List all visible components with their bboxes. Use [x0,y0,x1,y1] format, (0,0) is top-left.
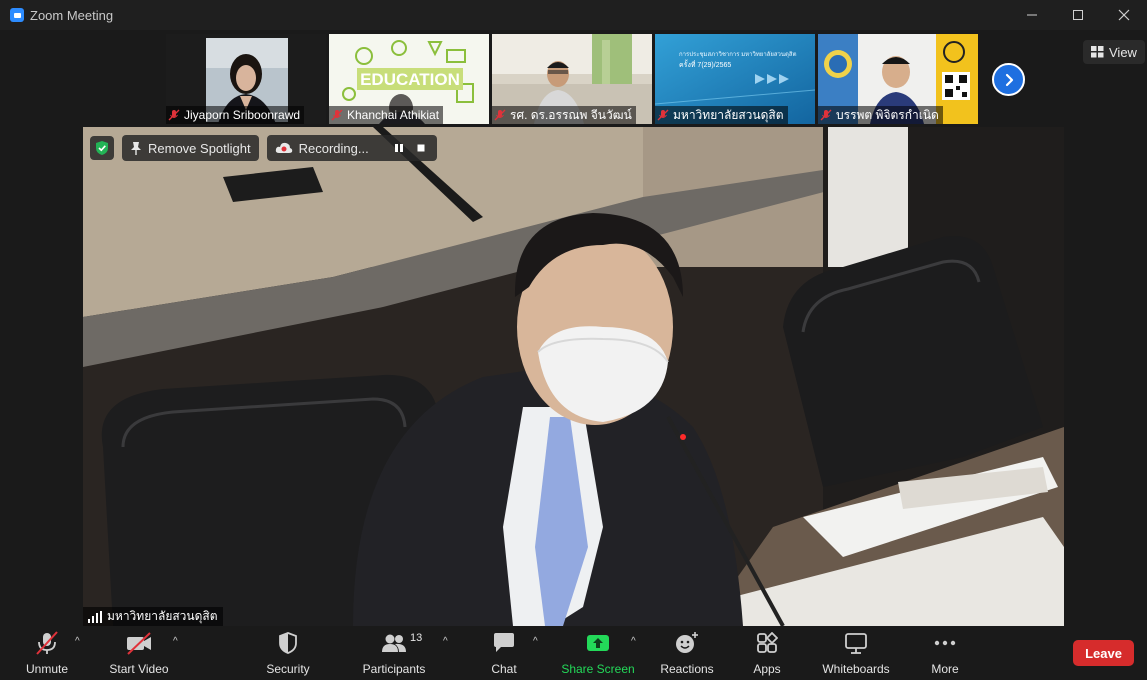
participant-tile[interactable]: Jiyaporn Sriboonrawd [166,34,326,124]
mic-off-icon [657,109,669,121]
more-button[interactable]: More [928,630,962,676]
security-label: Security [266,662,310,676]
maximize-icon [1073,10,1083,20]
reactions-button[interactable]: Reactions [660,630,714,676]
mic-off-icon [331,109,343,121]
stop-icon [417,144,425,152]
security-badge [90,136,114,160]
participant-tile[interactable]: บรรพต พิจิตรกำเนิด [818,34,978,124]
stop-recording-button[interactable] [413,140,429,156]
mic-off-icon [494,109,506,121]
recording-indicator: Recording... [266,135,437,161]
speaker-name-tag: มหาวิทยาลัยสวนดุสิต [83,607,223,626]
whiteboard-icon [845,633,867,654]
mic-off-icon [168,109,180,121]
close-button[interactable] [1101,0,1147,30]
slide-title: การประชุมสภาวิชาการ มหาวิทยาลัยสวนดุสิต [679,51,797,58]
participant-name: Jiyaporn Sriboonrawd [184,108,301,122]
more-dots-icon [934,640,956,646]
audio-options-caret[interactable]: ^ [75,636,80,647]
whiteboards-label: Whiteboards [822,662,890,676]
zoom-window: Zoom Meeting Jiyaporn Sriboonrawd EDUCAT… [0,0,1147,680]
mic-off-icon [820,109,832,121]
window-controls [1009,0,1147,30]
participant-name-label: Jiyaporn Sriboonrawd [166,106,305,124]
apps-label: Apps [753,662,781,676]
whiteboards-button[interactable]: Whiteboards [820,630,892,676]
unmute-label: Unmute [25,662,69,676]
participant-name: Khanchai Athikiat [347,108,440,122]
window-title: Zoom Meeting [30,7,114,23]
start-video-button[interactable]: Start Video [108,630,170,676]
participant-tile[interactable]: การประชุมสภาวิชาการ มหาวิทยาลัยสวนดุสิต … [655,34,815,124]
grid-view-icon [1091,46,1104,58]
chat-label: Chat [491,662,517,676]
participant-name: มหาวิทยาลัยสวนดุสิต [673,107,784,122]
view-label: View [1109,44,1137,60]
video-off-icon [127,632,151,655]
recording-label: Recording... [298,140,369,156]
minimize-button[interactable] [1009,0,1055,30]
participant-tile[interactable]: EDUCATION Khanchai Athikiat [329,34,489,124]
pin-icon [131,142,141,155]
minimize-icon [1027,14,1037,16]
shield-icon [279,632,297,654]
shield-check-icon [96,141,108,155]
education-graphic-text: EDUCATION [360,70,460,89]
chat-icon [494,633,514,652]
speaker-video-frame [83,127,1064,626]
reactions-icon [676,632,698,653]
speaker-name: มหาวิทยาลัยสวนดุสิต [107,609,218,623]
mic-muted-icon [36,631,58,655]
apps-icon [757,632,778,653]
reactions-label: Reactions [660,662,714,676]
remove-spotlight-button[interactable]: Remove Spotlight [122,135,259,161]
maximize-button[interactable] [1055,0,1101,30]
leave-button[interactable]: Leave [1073,640,1134,666]
participant-name: บรรพต พิจิตรกำเนิด [836,107,939,122]
more-label: More [931,662,959,676]
participants-count: 13 [410,632,423,644]
title-bar: Zoom Meeting [0,0,1147,30]
participant-name: รศ. ดร.อรรณพ จีนวัฒน์ [510,107,632,122]
pause-icon [394,144,403,152]
share-options-caret[interactable]: ^ [631,636,636,647]
start-video-label: Start Video [109,662,169,676]
share-screen-button[interactable]: Share Screen [561,630,635,676]
participant-name-label: Khanchai Athikiat [329,106,444,124]
signal-strength-icon [88,610,102,623]
video-options-caret[interactable]: ^ [173,636,178,647]
participant-name-label: รศ. ดร.อรรณพ จีนวัฒน์ [492,106,636,124]
apps-button[interactable]: Apps [750,630,784,676]
remove-spotlight-label: Remove Spotlight [148,140,251,156]
next-page-button[interactable] [992,63,1025,96]
spotlight-video [83,127,1064,626]
meeting-toolbar: Unmute ^ Start Video ^ Security 13 Parti… [0,626,1147,680]
chat-options-caret[interactable]: ^ [533,636,538,647]
participants-button[interactable]: 13 Participants [362,630,426,676]
participants-label: Participants [362,662,426,676]
participant-name-label: บรรพต พิจิตรกำเนิด [818,106,943,124]
zoom-app-icon [10,8,24,22]
cloud-recording-icon [275,142,292,153]
share-screen-label: Share Screen [561,662,635,676]
chat-button[interactable]: Chat [488,630,520,676]
participants-icon [382,634,406,652]
view-button[interactable]: View [1083,40,1145,64]
participant-name-label: มหาวิทยาลัยสวนดุสิต [655,106,788,124]
participants-options-caret[interactable]: ^ [443,636,448,647]
participant-strip: Jiyaporn Sriboonrawd EDUCATION Khanchai … [166,34,978,124]
unmute-button[interactable]: Unmute [24,630,70,676]
share-screen-icon [587,635,609,651]
pause-recording-button[interactable] [391,140,407,156]
spotlight-controls: Remove Spotlight Recording... [90,135,437,161]
close-icon [1118,9,1130,21]
chevron-right-icon [1005,73,1013,86]
security-button[interactable]: Security [264,630,312,676]
participant-tile[interactable]: รศ. ดร.อรรณพ จีนวัฒน์ [492,34,652,124]
